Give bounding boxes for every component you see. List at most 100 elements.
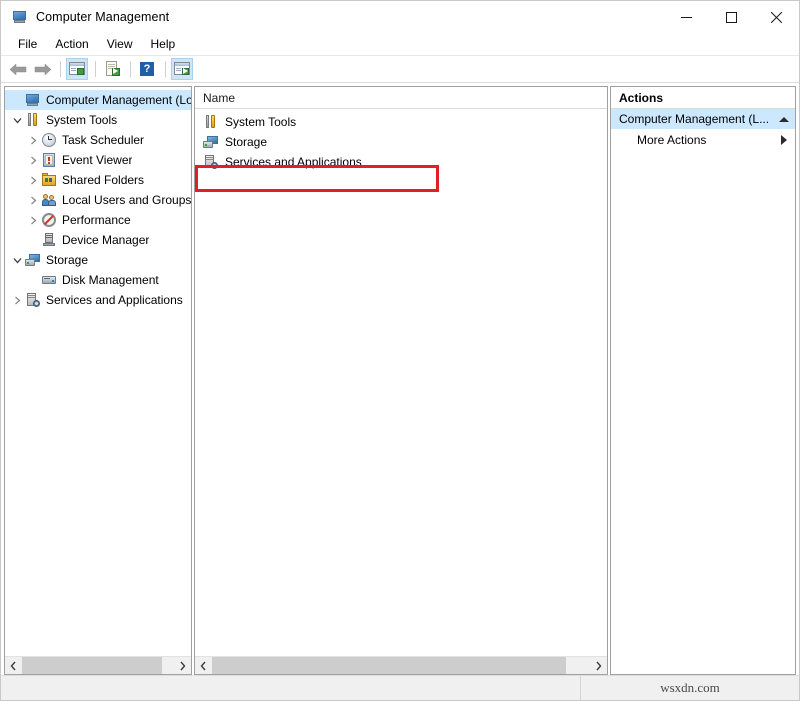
toolbar-separator (95, 61, 96, 77)
menu-bar: File Action View Help (1, 33, 799, 56)
twisty-collapsed-icon[interactable] (25, 210, 41, 230)
back-arrow-icon[interactable] (7, 58, 29, 80)
twisty-collapsed-icon[interactable] (9, 290, 25, 310)
toolbar-separator (60, 61, 61, 77)
twisty-expanded-icon[interactable] (9, 250, 25, 270)
minimize-button[interactable] (664, 1, 709, 33)
list-item[interactable]: System Tools (195, 112, 607, 132)
close-button[interactable] (754, 1, 799, 33)
users-group-icon (41, 192, 57, 208)
help-icon[interactable]: ? (136, 58, 158, 80)
menu-file[interactable]: File (9, 34, 46, 54)
list-item-label: Services and Applications (225, 155, 362, 169)
toolbar-separator (165, 61, 166, 77)
title-bar: Computer Management (1, 1, 799, 33)
hscroll-thumb (22, 657, 162, 674)
tree-item-system-tools[interactable]: System Tools (5, 110, 191, 130)
action-more-actions[interactable]: More Actions (611, 129, 795, 151)
device-manager-icon (41, 232, 57, 248)
tree-item-label: Task Scheduler (62, 133, 144, 147)
export-list-icon[interactable] (101, 58, 123, 80)
watermark-text: wsxdn.com (581, 680, 799, 696)
tree-item-event-viewer[interactable]: Event Viewer (5, 150, 191, 170)
list-item-label: Storage (225, 135, 267, 149)
console-tree: Computer Management (Local System Tools (5, 87, 191, 310)
toolbar-separator (130, 61, 131, 77)
show-hide-action-pane-icon[interactable] (171, 58, 193, 80)
forward-arrow-icon[interactable] (31, 58, 53, 80)
hscroll-track[interactable] (22, 657, 174, 674)
storage-icon (25, 252, 41, 268)
tree-item-local-users-and-groups[interactable]: Local Users and Groups (5, 190, 191, 210)
clock-icon (41, 132, 57, 148)
twisty-expanded-icon[interactable] (9, 110, 25, 130)
storage-icon (203, 134, 219, 150)
panes-container: Computer Management (Local System Tools (1, 83, 799, 675)
hscroll-track[interactable] (212, 657, 590, 674)
disk-management-icon (41, 272, 57, 288)
twisty-collapsed-icon[interactable] (25, 130, 41, 150)
tree-item-label: Computer Management (Local (46, 93, 191, 107)
triangle-up-icon[interactable] (779, 117, 789, 122)
actions-group-label: Computer Management (L... (619, 112, 769, 126)
tree-item-disk-management[interactable]: Disk Management (5, 270, 191, 290)
computer-icon (25, 92, 41, 108)
list-item[interactable]: Services and Applications (195, 152, 607, 172)
tools-icon (203, 114, 219, 130)
list-item[interactable]: Storage (195, 132, 607, 152)
event-log-icon (41, 152, 57, 168)
window-controls (664, 1, 799, 33)
menu-view[interactable]: View (98, 34, 142, 54)
actions-header: Actions (611, 87, 795, 109)
tree-item-performance[interactable]: Performance (5, 210, 191, 230)
tree-item-shared-folders[interactable]: Shared Folders (5, 170, 191, 190)
services-icon (203, 154, 219, 170)
services-icon (25, 292, 41, 308)
twisty-collapsed-icon[interactable] (25, 150, 41, 170)
maximize-button[interactable] (709, 1, 754, 33)
hscroll-thumb (212, 657, 566, 674)
twisty-collapsed-icon[interactable] (25, 170, 41, 190)
console-tree-scroll-area: Computer Management (Local System Tools (5, 87, 191, 656)
tree-item-label: Performance (62, 213, 131, 227)
column-header-name[interactable]: Name (195, 91, 235, 105)
tree-item-device-manager[interactable]: Device Manager (5, 230, 191, 250)
twisty-none (25, 270, 41, 290)
status-bar: wsxdn.com (1, 675, 799, 700)
twisty-none (9, 90, 25, 110)
list-column-header: Name (195, 87, 607, 109)
console-tree-hscrollbar[interactable] (5, 656, 191, 674)
chevron-right-icon[interactable] (590, 657, 607, 674)
tree-item-label: Storage (46, 253, 88, 267)
twisty-collapsed-icon[interactable] (25, 190, 41, 210)
tree-item-label: System Tools (46, 113, 117, 127)
tree-item-label: Event Viewer (62, 153, 132, 167)
console-tree-pane: Computer Management (Local System Tools (4, 86, 192, 675)
result-list-pane: Name System Tools Storage (194, 86, 608, 675)
window-title: Computer Management (36, 10, 169, 24)
computer-management-window: Computer Management File Action View Hel… (0, 0, 800, 701)
list-body: System Tools Storage Services and Applic… (195, 109, 607, 656)
shared-folder-icon (41, 172, 57, 188)
tree-item-services-and-applications[interactable]: Services and Applications (5, 290, 191, 310)
chevron-right-icon[interactable] (174, 657, 191, 674)
tree-item-computer-management[interactable]: Computer Management (Local (5, 90, 191, 110)
show-hide-console-tree-icon[interactable] (66, 58, 88, 80)
actions-body: Computer Management (L... More Actions (611, 109, 795, 151)
twisty-none (25, 230, 41, 250)
result-list-hscrollbar[interactable] (195, 656, 607, 674)
tree-item-task-scheduler[interactable]: Task Scheduler (5, 130, 191, 150)
menu-action[interactable]: Action (46, 34, 97, 54)
chevron-left-icon[interactable] (5, 657, 22, 674)
chevron-left-icon[interactable] (195, 657, 212, 674)
performance-icon (41, 212, 57, 228)
tools-icon (25, 112, 41, 128)
tree-item-storage[interactable]: Storage (5, 250, 191, 270)
toolbar: ? (1, 56, 799, 83)
tree-item-label: Services and Applications (46, 293, 183, 307)
triangle-right-icon[interactable] (781, 135, 787, 145)
menu-help[interactable]: Help (142, 34, 185, 54)
tree-item-label: Device Manager (62, 233, 149, 247)
actions-group-computer-management[interactable]: Computer Management (L... (611, 109, 795, 129)
action-item-label: More Actions (637, 133, 706, 147)
